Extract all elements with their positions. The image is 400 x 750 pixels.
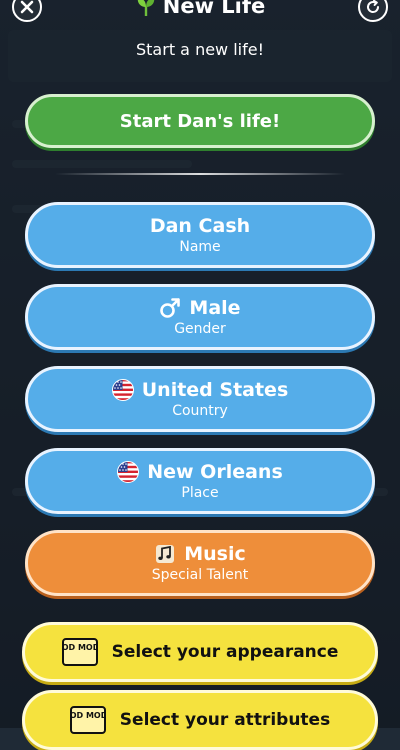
place-caption: Place <box>181 485 219 501</box>
god-mode-badge-icon: GOD MODE <box>61 638 98 666</box>
select-appearance-button[interactable]: GOD MODE Select your appearance <box>22 622 378 682</box>
country-value: United States <box>141 379 289 401</box>
talent-caption: Special Talent <box>151 567 249 583</box>
start-life-label: Start Dan's life! <box>119 110 281 132</box>
name-value-row: Dan Cash <box>150 215 250 237</box>
country-value-row: United States <box>111 379 289 401</box>
us-flag-icon <box>111 379 134 401</box>
gender-value: Male <box>189 297 241 319</box>
country-button[interactable]: United States Country <box>25 366 375 432</box>
sprout-icon <box>137 0 154 16</box>
place-value-row: New Orleans <box>117 461 283 483</box>
name-value: Dan Cash <box>149 215 251 237</box>
talent-value: Music <box>184 543 246 565</box>
gender-caption: Gender <box>174 321 226 337</box>
select-appearance-label: Select your appearance <box>111 642 339 662</box>
subtitle: Start a new life! <box>136 40 264 59</box>
talent-button[interactable]: Music Special Talent <box>25 530 375 596</box>
place-value: New Orleans <box>147 461 283 483</box>
start-life-button[interactable]: Start Dan's life! <box>25 94 375 148</box>
name-caption: Name <box>179 239 221 255</box>
name-button[interactable]: Dan Cash Name <box>25 202 375 268</box>
music-note-icon <box>156 545 175 563</box>
title-group: New Life <box>0 0 400 19</box>
page-title: New Life <box>162 0 266 18</box>
refresh-icon <box>367 0 380 13</box>
divider <box>55 173 345 175</box>
god-mode-text-top: GOD MODE <box>62 643 98 652</box>
modal-header: New Life <box>0 0 400 26</box>
god-mode-badge-icon: GOD MODE <box>69 706 106 734</box>
male-symbol-icon <box>160 298 181 318</box>
talent-value-row: Music <box>154 543 246 565</box>
select-attributes-button[interactable]: GOD MODE Select your attributes <box>22 690 378 750</box>
god-mode-text-top: GOD MODE <box>70 711 106 720</box>
us-flag-icon <box>117 461 140 483</box>
country-caption: Country <box>172 403 228 419</box>
gender-value-row: Male <box>159 297 241 319</box>
gender-button[interactable]: Male Gender <box>25 284 375 350</box>
place-button[interactable]: New Orleans Place <box>25 448 375 514</box>
select-attributes-label: Select your attributes <box>119 710 331 730</box>
